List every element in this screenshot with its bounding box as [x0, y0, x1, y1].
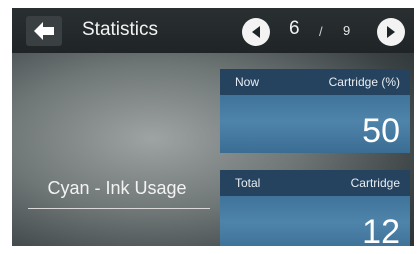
card-value: 12 — [362, 213, 400, 246]
card-body: 50 — [220, 95, 410, 153]
ink-usage-label: Cyan - Ink Usage — [47, 178, 187, 198]
triangle-left-icon — [251, 26, 261, 38]
card-value: 50 — [362, 112, 400, 150]
triangle-right-icon — [386, 26, 396, 38]
page-title: Statistics — [82, 19, 159, 40]
arrow-left-icon — [34, 22, 54, 40]
card-left-label: Total — [235, 176, 261, 190]
card-header: Now Cartridge (%) — [220, 69, 410, 95]
now-cartridge-card: Now Cartridge (%) 50 — [220, 69, 410, 153]
next-page-button[interactable] — [377, 18, 405, 46]
previous-page-button[interactable] — [242, 18, 270, 46]
card-header: Total Cartridge — [220, 170, 410, 196]
card-body: 12 — [220, 196, 410, 246]
back-button[interactable] — [26, 16, 62, 46]
statistics-screen: Statistics 6 / 9 Cyan - Ink Usage Now Ca… — [12, 8, 414, 246]
card-left-label: Now — [235, 75, 260, 89]
page-total: 9 — [343, 23, 351, 38]
page-separator: / — [319, 24, 323, 39]
card-right-label: Cartridge — [350, 176, 400, 190]
top-bar: Statistics 6 / 9 — [12, 8, 414, 53]
card-right-label: Cartridge (%) — [328, 75, 400, 89]
total-cartridge-card: Total Cartridge 12 — [220, 170, 410, 246]
page-current: 6 — [289, 18, 300, 39]
label-underline — [28, 208, 210, 209]
